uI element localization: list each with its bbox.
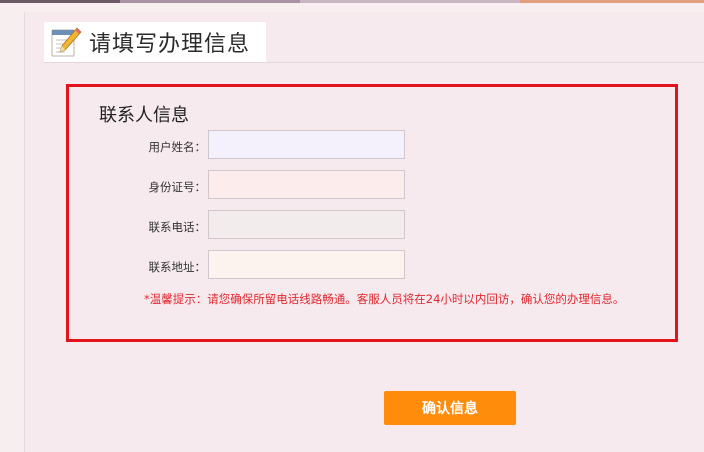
notepad-pencil-icon [47,24,83,60]
section-title: 联系人信息 [99,105,189,126]
contact-info-form: 联系人信息 用户姓名： 身份证号： 联系电话： 联系地址： *温馨提示：请您确保… [66,84,678,342]
notice-text: *温馨提示：请您确保所留电话线路畅通。客服人员将在24小时以内回访，确认您的办理… [144,292,625,306]
user-name-input[interactable] [208,130,405,159]
top-color-strip [0,0,704,3]
id-number-label: 身份证号： [148,180,207,194]
id-number-input[interactable] [208,170,405,199]
user-name-label: 用户姓名： [148,140,207,154]
confirm-button[interactable]: 确认信息 [384,391,516,425]
address-input[interactable] [208,250,405,279]
phone-label: 联系电话： [148,220,207,234]
section-header: 请填写办理信息 [44,22,266,62]
phone-input[interactable] [208,210,405,239]
header-divider [44,62,704,63]
address-label: 联系地址： [148,260,207,274]
page-title: 请填写办理信息 [89,32,251,57]
